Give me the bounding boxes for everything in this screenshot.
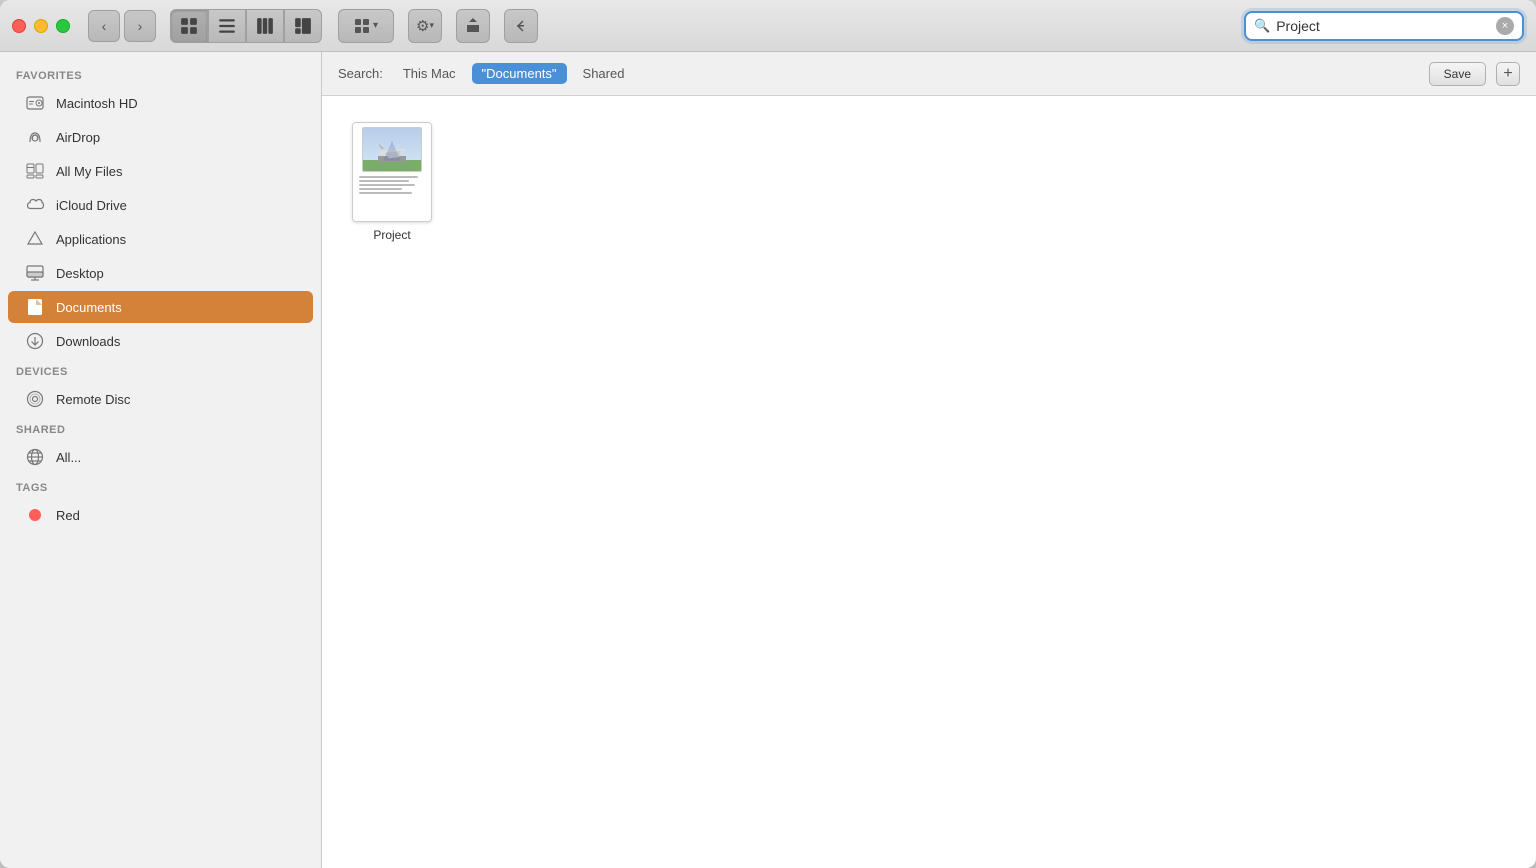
file-name: Project: [373, 228, 410, 242]
action-gear-button[interactable]: ⚙ ▾: [408, 9, 442, 43]
view-buttons-group: [170, 9, 322, 43]
sidebar-item-label: Applications: [56, 232, 126, 247]
maximize-button[interactable]: [56, 19, 70, 33]
tag-red-icon: [24, 504, 46, 526]
applications-icon: [24, 228, 46, 250]
sidebar-item-downloads[interactable]: Downloads: [8, 325, 313, 357]
share-button[interactable]: [456, 9, 490, 43]
icon-view-button[interactable]: [170, 9, 208, 43]
file-grid: Project: [322, 96, 1536, 868]
scope-this-mac[interactable]: This Mac: [393, 63, 466, 84]
back-button[interactable]: ‹: [88, 10, 120, 42]
shared-section-header: Shared: [0, 416, 321, 440]
traffic-lights: [12, 19, 70, 33]
column-view-button[interactable]: [246, 9, 284, 43]
list-icon: [218, 17, 236, 35]
search-input[interactable]: [1276, 18, 1490, 34]
sidebar-item-label: Desktop: [56, 266, 104, 281]
sidebar-item-label: All My Files: [56, 164, 122, 179]
sidebar-item-documents[interactable]: Documents: [8, 291, 313, 323]
sidebar-item-label: AirDrop: [56, 130, 100, 145]
nav-buttons: ‹ ›: [88, 10, 156, 42]
search-icon: 🔍: [1254, 18, 1270, 34]
sidebar-item-all-shared[interactable]: All...: [8, 441, 313, 473]
save-button[interactable]: Save: [1429, 62, 1486, 86]
sidebar-item-remote-disc[interactable]: Remote Disc: [8, 383, 313, 415]
sidebar-item-label: Red: [56, 508, 80, 523]
add-search-criteria-button[interactable]: +: [1496, 62, 1520, 86]
gear-chevron: ▾: [429, 20, 434, 31]
documents-icon: [24, 296, 46, 318]
file-area: Search: This Mac "Documents" Shared Save…: [322, 52, 1536, 868]
sidebar-item-label: iCloud Drive: [56, 198, 127, 213]
forward-button[interactable]: ›: [124, 10, 156, 42]
search-scope-bar: Search: This Mac "Documents" Shared Save…: [322, 52, 1536, 96]
sidebar-item-macintosh-hd[interactable]: Macintosh HD: [8, 87, 313, 119]
close-button[interactable]: [12, 19, 26, 33]
file-item-project[interactable]: Project: [342, 116, 442, 248]
cover-flow-button[interactable]: [284, 9, 322, 43]
sidebar-item-label: All...: [56, 450, 81, 465]
arrange-chevron: ▾: [373, 20, 378, 31]
sidebar: Favorites Macintosh HD: [0, 52, 322, 868]
back-action-button[interactable]: [504, 9, 538, 43]
desktop-icon: [24, 262, 46, 284]
tags-section-header: Tags: [0, 474, 321, 498]
sidebar-item-label: Remote Disc: [56, 392, 130, 407]
allfiles-icon: [24, 160, 46, 182]
back-arrow-icon: [513, 18, 529, 34]
sidebar-item-label: Downloads: [56, 334, 120, 349]
finder-window: ‹ ›: [0, 0, 1536, 868]
sidebar-item-desktop[interactable]: Desktop: [8, 257, 313, 289]
sidebar-item-icloud-drive[interactable]: iCloud Drive: [8, 189, 313, 221]
main-content: Favorites Macintosh HD: [0, 52, 1536, 868]
list-view-button[interactable]: [208, 9, 246, 43]
sidebar-item-label: Macintosh HD: [56, 96, 138, 111]
scope-shared[interactable]: Shared: [573, 63, 635, 84]
grid-icon: [180, 17, 198, 35]
hd-icon: [24, 92, 46, 114]
sidebar-item-all-my-files[interactable]: All My Files: [8, 155, 313, 187]
sidebar-item-tag-red[interactable]: Red: [8, 499, 313, 531]
disc-icon: [24, 388, 46, 410]
arrange-button[interactable]: ▾: [338, 9, 394, 43]
devices-section-header: Devices: [0, 358, 321, 382]
search-clear-button[interactable]: ×: [1496, 17, 1514, 35]
sidebar-item-applications[interactable]: Applications: [8, 223, 313, 255]
coverflow-icon: [294, 17, 312, 35]
search-label: Search:: [338, 66, 383, 81]
file-thumbnail: [352, 122, 432, 222]
columns-icon: [256, 17, 274, 35]
share-icon: [465, 17, 481, 34]
thumbnail-preview: [363, 128, 421, 171]
sidebar-item-airdrop[interactable]: AirDrop: [8, 121, 313, 153]
arrange-icon: [354, 18, 370, 34]
sidebar-item-label: Documents: [56, 300, 122, 315]
minimize-button[interactable]: [34, 19, 48, 33]
shared-network-icon: [24, 446, 46, 468]
scope-documents[interactable]: "Documents": [472, 63, 567, 84]
favorites-section-header: Favorites: [0, 62, 321, 86]
icloud-icon: [24, 194, 46, 216]
airdrop-icon: [24, 126, 46, 148]
downloads-icon: [24, 330, 46, 352]
gear-icon: ⚙: [416, 17, 429, 35]
titlebar: ‹ ›: [0, 0, 1536, 52]
search-bar: 🔍 ×: [1244, 11, 1524, 41]
